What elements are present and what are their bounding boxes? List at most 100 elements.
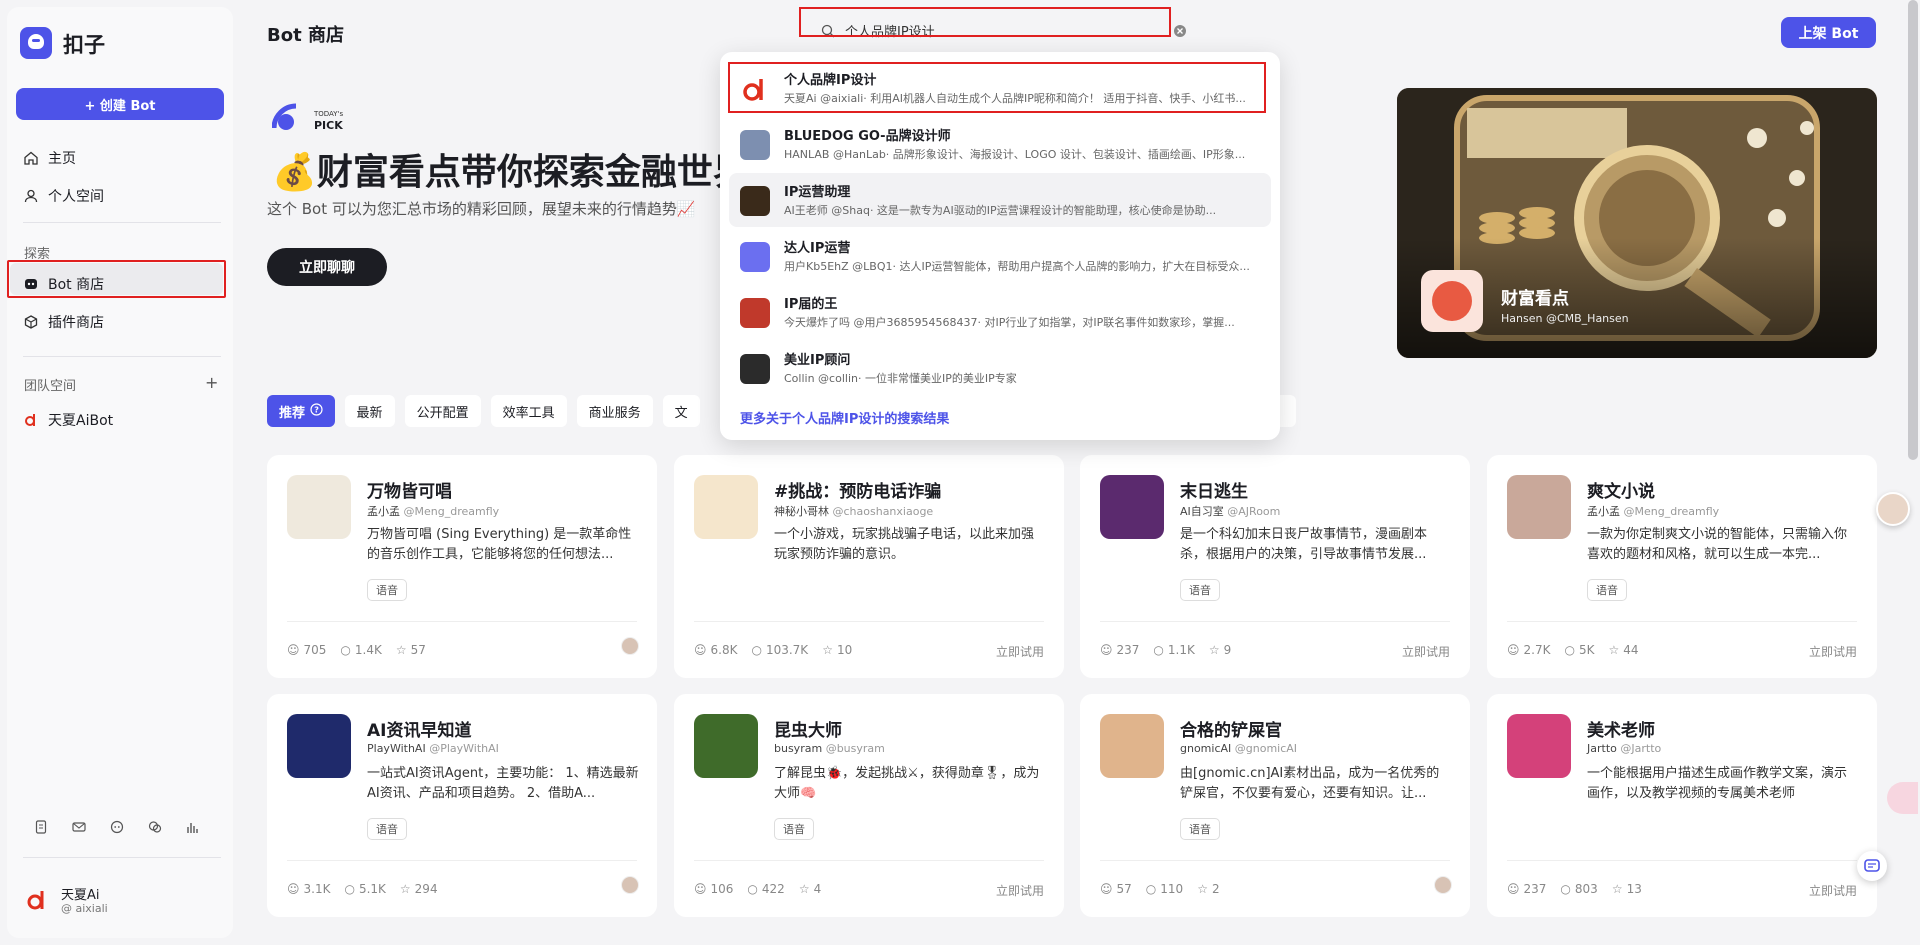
- hero-banner-image[interactable]: 财富看点 Hansen @CMB_Hansen: [1397, 88, 1877, 358]
- sidebar: 扣子 + 创建 Bot 主页 个人空间 探索 Bot 商店 插件商店 团队空间 …: [7, 7, 233, 938]
- try-now-link[interactable]: 立即试用: [1809, 882, 1857, 899]
- team-avatar-icon: [23, 412, 39, 428]
- tab-text[interactable]: 文: [662, 395, 700, 427]
- chats-stat: ○ 110: [1146, 882, 1183, 896]
- hero-card-author: Hansen @CMB_Hansen: [1501, 312, 1629, 325]
- author-name: Jartto: [1587, 742, 1617, 755]
- bot-stats: ☺ 6.8K ○ 103.7K ☆ 10: [694, 643, 852, 657]
- search-result-item[interactable]: 美业IP顾问 Collin @collin· 一位非常懂美业IP的美业IP专家: [729, 341, 1271, 395]
- bot-stats: ☺ 237 ○ 803 ☆ 13: [1507, 882, 1642, 896]
- users-icon: ☺: [1507, 643, 1520, 657]
- coze-logo-icon[interactable]: [20, 27, 52, 59]
- bot-card[interactable]: 美术老师 Jartto @Jartto 一个能根据用户描述生成画作教学文案，演示画作…: [1487, 694, 1877, 917]
- tab-recommended[interactable]: 推荐 ?: [267, 395, 335, 427]
- try-now-link[interactable]: 立即试用: [1809, 643, 1857, 660]
- chart-icon[interactable]: [186, 820, 202, 836]
- result-name: 美业IP顾问: [784, 353, 851, 368]
- discord-icon[interactable]: [110, 820, 126, 836]
- translate-button[interactable]: [1887, 782, 1918, 814]
- bot-author: 神秘小哥林 @chaoshanxiaoge: [774, 503, 933, 519]
- add-team-icon[interactable]: +: [205, 373, 218, 392]
- bot-thumbnail: [1507, 475, 1571, 539]
- bot-card[interactable]: 末日逃生 AI自习室 @AJRoom 是一个科幻加末日丧尸故事情节，漫画剧本杀，根据…: [1080, 455, 1470, 678]
- tab-latest[interactable]: 最新: [344, 395, 395, 427]
- bot-card[interactable]: 合格的铲屎官 gnomicAI @gnomicAI 由[gnomic.cn]AI素材…: [1080, 694, 1470, 917]
- sidebar-item-team[interactable]: 天夏AiBot: [23, 408, 113, 432]
- feedback-chat-button[interactable]: [1857, 851, 1887, 881]
- sidebar-item-home[interactable]: 主页: [23, 146, 76, 170]
- bot-card[interactable]: 爽文小说 孟小孟 @Meng_dreamfly 一款为你定制爽文小说的智能体，只需输…: [1487, 455, 1877, 678]
- sidebar-item-plugin-store[interactable]: 插件商店: [23, 310, 104, 334]
- sidebar-item-personal-space[interactable]: 个人空间: [23, 184, 104, 208]
- users-stat: ☺ 3.1K: [287, 882, 330, 896]
- try-now-link[interactable]: 立即试用: [1402, 643, 1450, 660]
- svg-text:?: ?: [314, 405, 319, 414]
- chats-count: 1.4K: [354, 643, 382, 657]
- stars-count: 9: [1223, 643, 1232, 657]
- divider: [287, 860, 637, 861]
- page-title: Bot 商店: [267, 25, 344, 46]
- assistant-avatar-button[interactable]: [1876, 492, 1910, 526]
- upload-bot-button[interactable]: 上架 Bot: [1781, 17, 1876, 48]
- chats-stat: ○ 803: [1560, 882, 1597, 896]
- bot-description: 是一个科幻加末日丧尸故事情节，漫画剧本杀，根据用户的决策，引导故事情节发展...: [1180, 527, 1428, 562]
- bot-avatar-icon: [740, 298, 770, 328]
- result-highlight-box: [728, 62, 1266, 113]
- stars-count: 57: [410, 643, 426, 657]
- bot-description: 了解昆虫🐞，发起挑战⚔，获得勋章🎖，成为大师🧠: [774, 766, 1040, 801]
- clear-icon[interactable]: [1173, 24, 1187, 42]
- try-now-link[interactable]: 立即试用: [996, 643, 1044, 660]
- divider: [1100, 860, 1450, 861]
- bot-description: 一款为你定制爽文小说的智能体，只需输入你喜欢的题材和风格，就可以生成一本完...: [1587, 527, 1848, 562]
- bot-stats: ☺ 2.7K ○ 5K ☆ 44: [1507, 643, 1639, 657]
- wechat-icon[interactable]: [148, 820, 164, 836]
- stars-count: 13: [1626, 882, 1642, 896]
- tab-efficiency[interactable]: 效率工具: [490, 395, 567, 427]
- scrollbar[interactable]: [1908, 0, 1918, 460]
- stars-stat: ☆ 4: [799, 882, 821, 896]
- star-icon: ☆: [399, 882, 411, 896]
- author-handle: @AJRoom: [1227, 505, 1281, 518]
- bot-card[interactable]: 万物皆可唱 孟小孟 @Meng_dreamfly 万物皆可唱 (Sing Every…: [267, 455, 657, 678]
- tab-public-config[interactable]: 公开配置: [404, 395, 481, 427]
- divider: [23, 857, 221, 858]
- search-result-item[interactable]: IP运营助理 AI王老师 @Shaq· 这是一款专为AI驱动的IP运营课程设计的…: [729, 173, 1271, 227]
- search-result-item[interactable]: 达人IP运营 用户Kb5EhZ @LBQ1· 达人IP运营智能体，帮助用户提高个…: [729, 229, 1271, 283]
- document-icon[interactable]: [34, 820, 50, 836]
- bot-title: 合格的铲屎官: [1180, 721, 1282, 741]
- bot-tag: 语音: [367, 579, 407, 601]
- bot-avatar-icon: [740, 186, 770, 216]
- author-name: 孟小孟: [1587, 505, 1620, 518]
- result-desc: 今天爆炸了吗 @用户3685954568437· 对IP行业了如指掌，对IP联名…: [784, 316, 1235, 329]
- chats-count: 5K: [1578, 643, 1595, 657]
- create-bot-button[interactable]: + 创建 Bot: [16, 88, 224, 120]
- users-icon: ☺: [694, 882, 707, 896]
- more-results-link[interactable]: 更多关于个人品牌IP设计的搜索结果: [740, 408, 949, 427]
- chats-count: 110: [1160, 882, 1184, 896]
- divider: [23, 356, 221, 357]
- author-name: gnomicAI: [1180, 742, 1232, 755]
- chat-icon: ○: [747, 882, 758, 896]
- users-count: 237: [1523, 882, 1547, 896]
- bot-card[interactable]: #挑战：预防电话诈骗 神秘小哥林 @chaoshanxiaoge 一个小游戏，玩家挑…: [674, 455, 1064, 678]
- search-result-item[interactable]: BLUEDOG GO-品牌设计师 HANLAB @HanLab· 品牌形象设计、…: [729, 117, 1271, 171]
- users-stat: ☺ 2.7K: [1507, 643, 1550, 657]
- chats-count: 103.7K: [765, 643, 809, 657]
- bot-author: 孟小孟 @Meng_dreamfly: [1587, 503, 1719, 519]
- chat-now-button[interactable]: 立即聊聊: [267, 248, 387, 286]
- bot-card[interactable]: 昆虫大师 busyram @busyram 了解昆虫🐞，发起挑战⚔，获得勋章🎖，成为…: [674, 694, 1064, 917]
- author-name: PlayWithAI: [367, 742, 426, 755]
- bot-description: 一个能根据用户描述生成画作教学文案，演示画作，以及教学视频的专属美术老师: [1587, 766, 1848, 801]
- highlight-box: [7, 260, 226, 298]
- bot-card[interactable]: AI资讯早知道 PlayWithAI @PlayWithAI 一站式AI资讯Agen…: [267, 694, 657, 917]
- users-icon: ☺: [287, 643, 300, 657]
- star-icon: ☆: [1197, 882, 1208, 896]
- try-now-link[interactable]: 立即试用: [996, 882, 1044, 899]
- bot-description: 由[gnomic.cn]AI素材出品，成为一名优秀的铲屎官，不仅要有爱心，还要有…: [1180, 766, 1440, 801]
- search-result-item[interactable]: IP届的王 今天爆炸了吗 @用户3685954568437· 对IP行业了如指掌…: [729, 285, 1271, 339]
- stars-stat: ☆ 2: [1197, 882, 1219, 896]
- tab-business[interactable]: 商业服务: [576, 395, 653, 427]
- chats-stat: ○ 103.7K: [751, 643, 808, 657]
- users-icon: ☺: [287, 882, 300, 896]
- mail-icon[interactable]: [72, 820, 88, 836]
